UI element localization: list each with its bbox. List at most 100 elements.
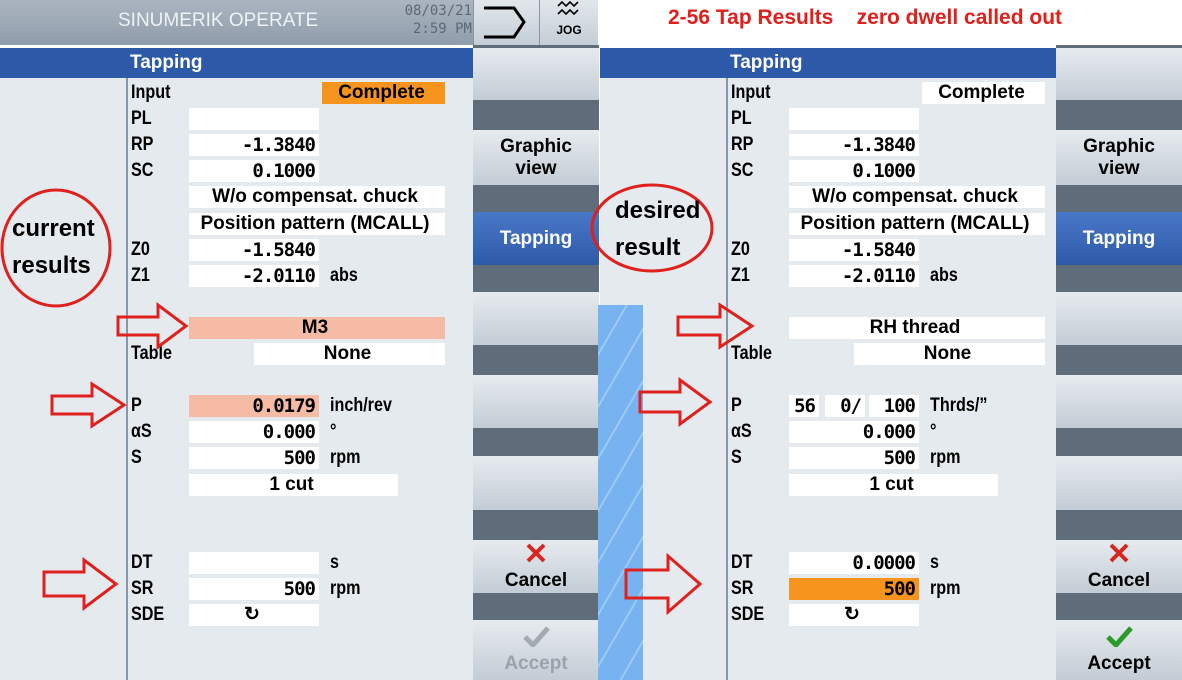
softkey-tapping[interactable]: Tapping <box>1056 212 1182 265</box>
softkey-accept[interactable]: Accept <box>473 620 599 680</box>
field-value[interactable]: 1 cut <box>789 473 998 496</box>
softkey-graphic-view[interactable]: Graphic view <box>473 130 599 185</box>
pitch-field[interactable]: 100 <box>869 395 919 418</box>
unit-label: inch/rev <box>330 395 392 417</box>
softkey-empty[interactable] <box>473 48 599 100</box>
softkey-tapping[interactable]: Tapping <box>473 212 599 265</box>
field-label-pl: PL <box>731 108 752 130</box>
field-rp[interactable]: -1.3840 <box>189 134 319 157</box>
field-value[interactable]: W/o compensat. chuck <box>189 186 445 209</box>
field-p[interactable]: 0.0179 <box>189 395 319 418</box>
panel-title: Tapping <box>600 48 1056 78</box>
field-value[interactable]: M3 <box>189 316 445 339</box>
softkey-graphic-view[interactable]: Graphic view <box>1056 130 1182 185</box>
x-icon <box>524 542 548 570</box>
softkey-label: Accept <box>1087 653 1151 674</box>
field-label-s: S <box>131 447 142 469</box>
softkey-label: Graphic view <box>1083 135 1155 179</box>
field-s[interactable]: 500 <box>189 447 319 470</box>
annotation-current-results: current results <box>12 215 95 279</box>
field-label-input: Input <box>131 82 171 103</box>
field-dt[interactable]: 0.0000 <box>789 551 919 574</box>
unit-label: ° <box>930 421 937 443</box>
unit-label: abs <box>330 264 358 286</box>
field-label-αs: αS <box>131 421 152 443</box>
field-label-sc: SC <box>731 160 754 182</box>
field-label-p: P <box>731 395 742 417</box>
softkey-empty[interactable] <box>473 375 599 428</box>
field-label-s: S <box>731 447 742 469</box>
field-table[interactable]: None <box>254 343 445 365</box>
unit-label: rpm <box>330 447 361 469</box>
pitch-field[interactable]: 56 <box>789 395 819 418</box>
softkey-empty[interactable] <box>1056 48 1182 100</box>
field-z0[interactable]: -1.5840 <box>189 238 319 261</box>
softkey-empty[interactable] <box>473 456 599 510</box>
field-sr[interactable]: 500 <box>189 577 319 600</box>
channel-switch-button[interactable] <box>473 0 539 45</box>
unit-label: s <box>330 551 339 573</box>
annotation-title: 2-56 Tap Results zero dwell called out <box>668 6 1063 29</box>
field-rp[interactable]: -1.3840 <box>789 134 919 157</box>
datetime: 08/03/21 2:59 PM <box>380 2 472 38</box>
panel-title: Tapping <box>0 48 473 78</box>
unit-label: abs <box>930 264 958 286</box>
checkmark-icon <box>522 625 550 653</box>
date: 08/03/21 <box>404 3 472 19</box>
softkey-empty[interactable] <box>1056 456 1182 510</box>
field-label-sr: SR <box>131 577 154 599</box>
field-value[interactable]: 1 cut <box>189 473 398 496</box>
field-value[interactable]: RH thread <box>789 316 1045 339</box>
field-αs[interactable]: 0.000 <box>789 421 919 444</box>
field-pl[interactable] <box>189 108 319 131</box>
field-label-z0: Z0 <box>131 238 150 260</box>
unit-label: rpm <box>930 577 961 599</box>
field-label-αs: αS <box>731 421 752 443</box>
softkey-cancel[interactable]: Cancel <box>473 540 599 593</box>
softkey-empty[interactable] <box>1056 292 1182 345</box>
unit-label: ° <box>330 421 337 443</box>
softkey-accept[interactable]: Accept <box>1056 620 1182 680</box>
unit-label: Thrds/” <box>930 395 988 417</box>
field-sc[interactable]: 0.1000 <box>789 160 919 183</box>
field-table[interactable]: None <box>854 343 1045 365</box>
field-αs[interactable]: 0.000 <box>189 421 319 444</box>
field-sde[interactable]: ↻ <box>189 604 319 626</box>
field-value[interactable]: W/o compensat. chuck <box>789 186 1045 209</box>
field-pl[interactable] <box>789 108 919 131</box>
field-dt[interactable] <box>189 551 319 574</box>
field-input[interactable]: Complete <box>322 82 445 104</box>
jog-button[interactable]: JOG <box>539 0 598 45</box>
field-sr[interactable]: 500 <box>789 577 919 600</box>
field-value[interactable]: Position pattern (MCALL) <box>189 212 445 235</box>
field-z1[interactable]: -2.0110 <box>789 264 919 287</box>
softkey-empty[interactable] <box>1056 375 1182 428</box>
field-value[interactable]: Position pattern (MCALL) <box>789 212 1045 235</box>
arrow-right-icon <box>484 6 526 39</box>
field-label-rp: RP <box>731 134 754 156</box>
softkey-empty[interactable] <box>473 292 599 345</box>
field-z1[interactable]: -2.0110 <box>189 264 319 287</box>
pitch-field[interactable]: 0/ <box>825 395 865 418</box>
field-label-z1: Z1 <box>731 264 750 286</box>
field-sde[interactable]: ↻ <box>789 604 919 626</box>
field-input[interactable]: Complete <box>922 82 1045 104</box>
time: 2:59 PM <box>412 21 472 37</box>
field-label-z1: Z1 <box>131 264 150 286</box>
scroll-stripe <box>598 305 643 680</box>
field-z0[interactable]: -1.5840 <box>789 238 919 261</box>
field-label-input: Input <box>731 82 771 103</box>
field-label-sc: SC <box>131 160 154 182</box>
field-label-pl: PL <box>131 108 152 130</box>
field-label-dt: DT <box>131 551 153 573</box>
field-label-p: P <box>131 395 142 417</box>
softkey-label: Tapping <box>499 227 573 249</box>
softkey-cancel[interactable]: Cancel <box>1056 540 1182 593</box>
softkey-label: Accept <box>504 653 568 674</box>
softkey-label: Tapping <box>1082 227 1156 249</box>
field-sc[interactable]: 0.1000 <box>189 160 319 183</box>
field-label-table: Table <box>131 343 172 364</box>
form-divider <box>126 78 128 680</box>
field-s[interactable]: 500 <box>789 447 919 470</box>
checkmark-icon <box>1105 625 1133 653</box>
